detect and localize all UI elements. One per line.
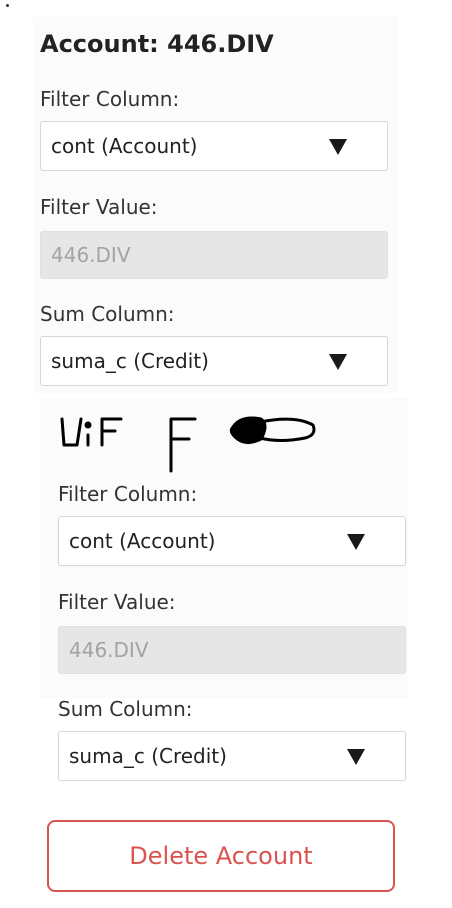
filter-column-selected-value: cont (Account) <box>51 134 198 158</box>
filter-column-label: Filter Column: <box>58 482 198 506</box>
filter-value-text: 446.DIV <box>69 638 149 662</box>
filter-value-input: 446.DIV <box>58 626 406 674</box>
filter-value-label: Filter Value: <box>40 195 158 219</box>
sum-column-selected-value: suma_c (Credit) <box>51 349 209 373</box>
delete-account-button[interactable]: Delete Account <box>47 820 395 892</box>
handwritten-scribble <box>60 416 316 473</box>
dropdown-arrow-icon <box>329 139 347 155</box>
filter-column-select[interactable]: cont (Account) <box>58 516 406 566</box>
sum-column-selected-value: suma_c (Credit) <box>69 744 227 768</box>
sum-column-select[interactable]: suma_c (Credit) <box>58 731 406 781</box>
filter-value-input: 446.DIV <box>40 231 388 279</box>
filter-column-select[interactable]: cont (Account) <box>40 121 388 171</box>
corner-dot <box>6 4 9 7</box>
filter-value-text: 446.DIV <box>51 243 131 267</box>
filter-value-label: Filter Value: <box>58 590 176 614</box>
account-title: Account: 446.DIV <box>40 30 274 58</box>
dropdown-arrow-icon <box>347 534 365 550</box>
sum-column-select[interactable]: suma_c (Credit) <box>40 336 388 386</box>
dropdown-arrow-icon <box>329 354 347 370</box>
dropdown-arrow-icon <box>347 749 365 765</box>
filter-column-label: Filter Column: <box>40 87 180 111</box>
sum-column-label: Sum Column: <box>40 302 175 326</box>
sum-column-label: Sum Column: <box>58 697 193 721</box>
filter-column-selected-value: cont (Account) <box>69 529 216 553</box>
